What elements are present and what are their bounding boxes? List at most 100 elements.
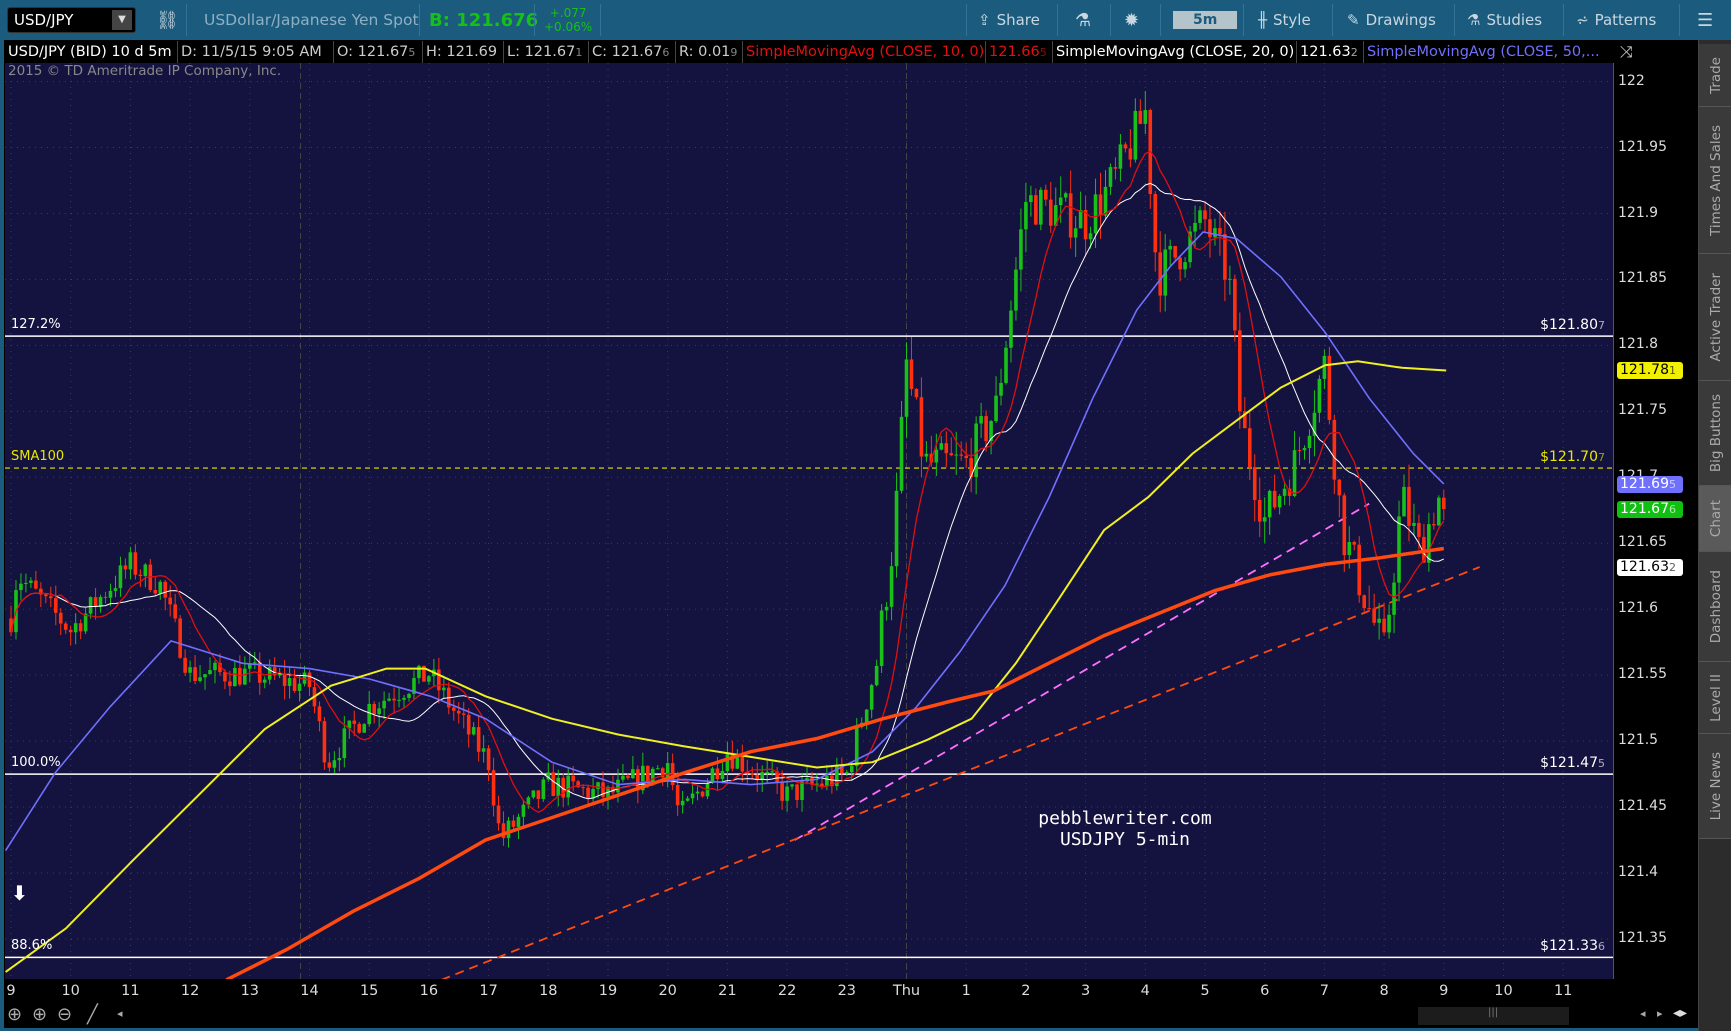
zoom-in-icon[interactable]: ⊕: [32, 1004, 47, 1025]
candle: [1382, 618, 1386, 633]
symbol-selector[interactable]: USD/JPY ▼: [7, 7, 136, 33]
time-axis[interactable]: 9 10 11 12 13 14 15 16 17 18 19 20 21 22 23 Thu 1 2 3 4 5 6 7 8…: [5, 980, 1613, 1004]
candle: [1442, 497, 1446, 509]
sidebar-tab-times-and-sales[interactable]: Times And Sales: [1699, 107, 1731, 254]
candle: [1173, 245, 1177, 258]
time-tick: 23: [837, 983, 857, 999]
sidebar-tab-trade[interactable]: Trade: [1699, 44, 1731, 107]
candle: [138, 574, 143, 577]
sidebar-tab-live-news[interactable]: Live News: [1699, 734, 1731, 839]
menu-icon[interactable]: ☰: [1697, 0, 1713, 40]
price-tick: 121.4: [1618, 864, 1659, 880]
candle: [1412, 523, 1416, 526]
candle: [1098, 194, 1103, 216]
chevron-down-icon[interactable]: ▼: [112, 10, 132, 30]
scroll-left-icon[interactable]: ◂: [117, 1007, 123, 1020]
candle: [1267, 490, 1272, 518]
level-price: $121.707: [1540, 449, 1605, 466]
candle: [143, 564, 148, 577]
candle: [133, 552, 138, 575]
study-sma10[interactable]: SimpleMovingAvg (CLOSE, 10, 0): [742, 41, 984, 63]
candle: [362, 724, 367, 733]
study-sma50[interactable]: SimpleMovingAvg (CLOSE, 50,...: [1363, 41, 1600, 63]
candle: [889, 566, 894, 607]
draw-line-icon[interactable]: ╱: [87, 1004, 98, 1025]
link-icon[interactable]: ⛓: [156, 0, 179, 40]
down-arrow-icon: ⬇: [11, 881, 28, 905]
candle: [317, 706, 322, 722]
studies-button[interactable]: ⚗ Studies: [1467, 0, 1542, 40]
candle: [795, 784, 799, 801]
candle: [924, 453, 929, 457]
expand-icon[interactable]: ◂▸: [1673, 1005, 1687, 1021]
price-tick: 121.6: [1618, 600, 1659, 617]
candle: [377, 708, 381, 715]
price-tick: 121.9: [1618, 204, 1659, 221]
candle: [342, 728, 347, 759]
candle: [581, 787, 585, 789]
sidebar-tab-dashboard[interactable]: Dashboard: [1699, 552, 1731, 662]
candle: [1233, 278, 1237, 331]
candle: [1223, 234, 1227, 280]
candle: [397, 699, 401, 701]
candle: [88, 597, 93, 614]
sidebar-tab-chart[interactable]: Chart: [1699, 486, 1731, 552]
watermark-caption: USDJPY 5-min: [1059, 829, 1191, 850]
level-price: $121.475: [1540, 755, 1605, 772]
candle: [1342, 495, 1347, 556]
candle: [24, 582, 28, 584]
candle: [631, 769, 635, 779]
time-tick: 22: [777, 983, 797, 999]
candle: [919, 397, 924, 457]
candle: [282, 673, 287, 686]
sidebar-tab-level-ii[interactable]: Level II: [1699, 662, 1731, 734]
candle: [113, 588, 118, 591]
price-axis[interactable]: 122121.95121.9121.85121.8121.75121.7121.…: [1613, 63, 1698, 979]
candle: [168, 597, 172, 605]
candle: [695, 791, 700, 794]
candle: [944, 443, 949, 454]
candle: [427, 676, 431, 682]
candle: [556, 777, 561, 797]
candle: [372, 703, 376, 715]
candle: [1302, 448, 1307, 451]
scroll-left-icon[interactable]: ◂: [1640, 1007, 1646, 1020]
crosshair-icon[interactable]: ⊕: [7, 1004, 22, 1025]
timeframe-button[interactable]: 5m: [1173, 0, 1238, 40]
price-tick: 121.45: [1618, 798, 1667, 815]
share-button[interactable]: ⇪ Share: [978, 0, 1040, 40]
sidebar-tab-big-buttons[interactable]: Big Buttons: [1699, 381, 1731, 486]
price-badge: 121.632: [1617, 558, 1683, 576]
candle: [1078, 210, 1083, 229]
candle: [1158, 252, 1163, 296]
candle: [1272, 490, 1277, 508]
candle: [1257, 499, 1262, 522]
patterns-label: Patterns: [1594, 11, 1657, 29]
sidebar-tab-label: Live News: [1707, 751, 1724, 821]
price-chart[interactable]: 2015 © TD Ameritrade IP Company, Inc. 12…: [5, 63, 1613, 979]
chart-canvas: [5, 63, 1613, 979]
candle: [785, 786, 789, 801]
bar-range: R: 0.019: [675, 41, 737, 63]
patterns-button[interactable]: ⩫ Patterns: [1576, 0, 1656, 40]
candle: [297, 683, 302, 691]
candle: [1168, 245, 1172, 250]
gear-icon[interactable]: ✹: [1124, 0, 1139, 40]
zoom-out-icon[interactable]: ⊖: [57, 1004, 72, 1025]
candle: [1277, 495, 1282, 508]
share-label: Share: [996, 11, 1040, 29]
candle: [1402, 486, 1406, 517]
flask-icon[interactable]: ⚗: [1075, 0, 1091, 40]
price-tick: 121.8: [1618, 336, 1659, 353]
collapse-studies-icon[interactable]: ⤨: [1620, 42, 1633, 62]
horizontal-scrollbar[interactable]: |||: [1418, 1007, 1569, 1025]
scroll-right-icon[interactable]: ▸: [1657, 1007, 1663, 1020]
candle: [1093, 194, 1098, 234]
pencil-icon: ✎: [1347, 11, 1360, 29]
style-button[interactable]: ╫ Style: [1258, 0, 1311, 40]
study-sma20[interactable]: SimpleMovingAvg (CLOSE, 20, 0): [1052, 41, 1294, 63]
sidebar-tab-active-trader[interactable]: Active Trader: [1699, 254, 1731, 381]
candle: [894, 490, 899, 567]
candle: [491, 770, 496, 806]
drawings-button[interactable]: ✎ Drawings: [1347, 0, 1436, 40]
